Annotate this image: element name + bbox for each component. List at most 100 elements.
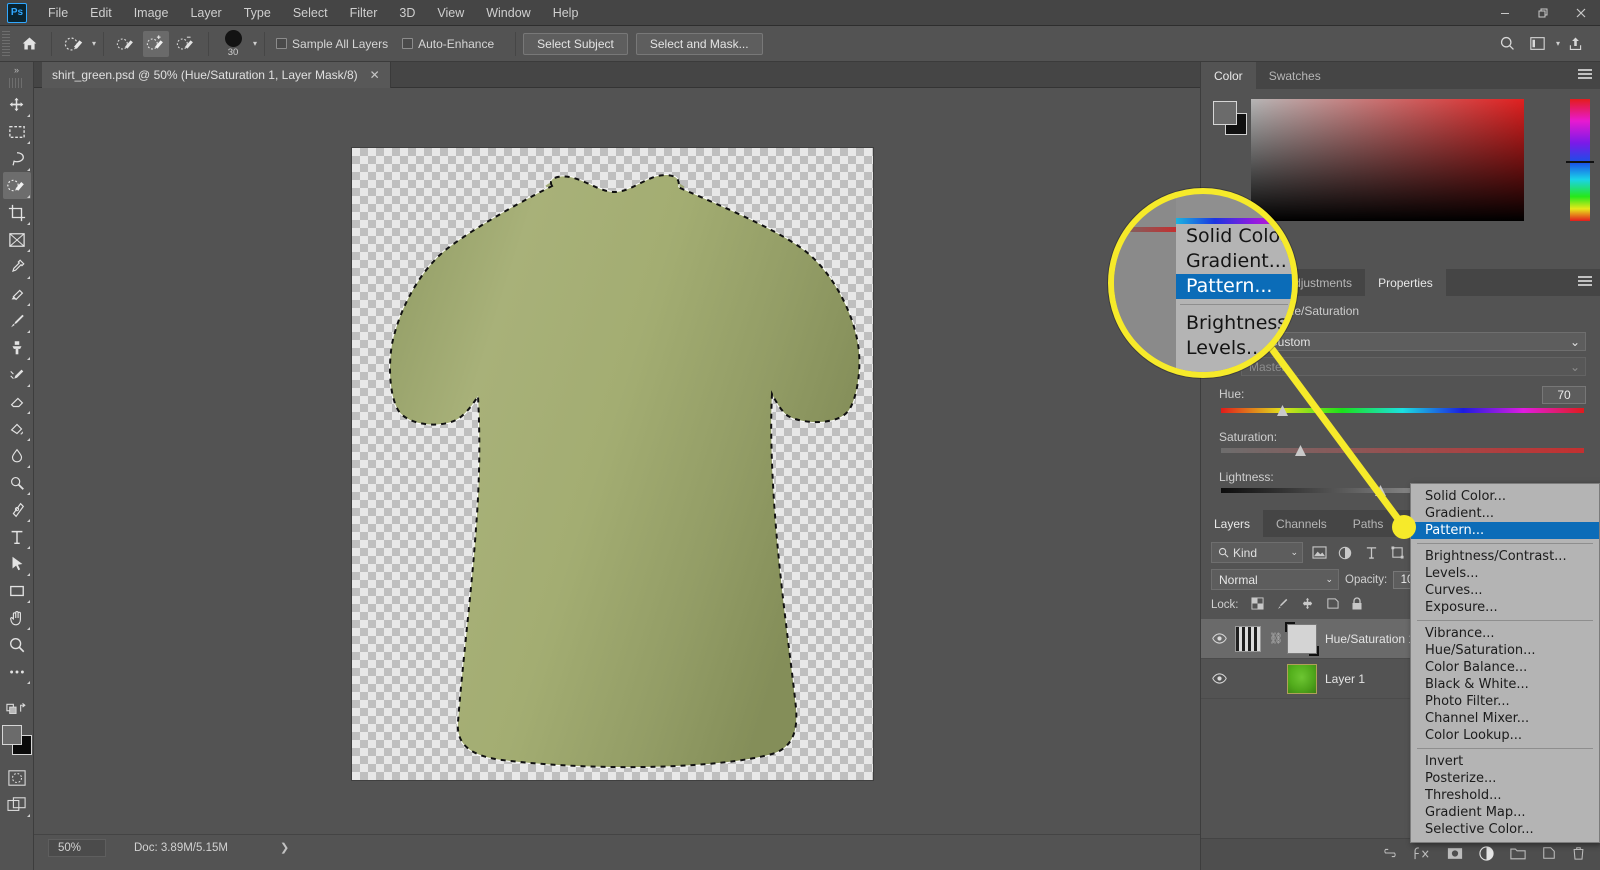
tab-channels[interactable]: Channels [1263, 510, 1340, 537]
minimize-button[interactable] [1486, 0, 1524, 26]
gradient-tool[interactable] [3, 415, 31, 442]
status-expand-icon[interactable]: ❯ [280, 841, 289, 854]
foreground-color-swatch[interactable] [1, 725, 22, 745]
quick-selection-tool[interactable] [2, 172, 31, 199]
tab-layers[interactable]: Layers [1201, 510, 1264, 537]
menu-item-solid-color[interactable]: Solid Color... [1411, 488, 1599, 505]
channel-select[interactable]: Master ⌄ [1241, 357, 1586, 376]
new-adjustment-icon[interactable] [1479, 845, 1494, 864]
color-panel-swatches[interactable] [1213, 101, 1247, 135]
crop-tool[interactable] [3, 199, 31, 226]
frame-tool[interactable] [3, 226, 31, 253]
menu-select[interactable]: Select [282, 3, 339, 23]
auto-enhance-checkbox[interactable] [402, 38, 414, 49]
rectangular-marquee-tool[interactable] [3, 118, 31, 145]
lock-all-icon[interactable] [1351, 596, 1363, 614]
restore-button[interactable] [1524, 0, 1562, 26]
document-tab[interactable]: shirt_green.psd @ 50% (Hue/Saturation 1,… [42, 62, 391, 88]
filter-kind-select[interactable]: Kind ⌄ [1211, 542, 1303, 563]
tab-paths[interactable]: Paths [1339, 510, 1397, 537]
filter-adjustment-icon[interactable] [1335, 543, 1355, 563]
panel-menu-icon[interactable] [1578, 276, 1592, 288]
menu-view[interactable]: View [426, 3, 475, 23]
chevron-down-icon[interactable]: ▾ [92, 39, 96, 48]
menu-window[interactable]: Window [475, 3, 541, 23]
tab-swatches[interactable]: Swatches [1255, 62, 1334, 89]
brush-chevron-down-icon[interactable]: ▾ [253, 39, 257, 48]
path-selection-tool[interactable] [3, 550, 31, 577]
edit-toolbar-tool[interactable] [3, 658, 31, 685]
type-tool[interactable] [3, 523, 31, 550]
layer-name[interactable]: Layer 1 [1325, 672, 1365, 686]
lock-image-pixels-icon[interactable] [1276, 597, 1289, 613]
zoom-tool[interactable] [3, 631, 31, 658]
quick-mask-swap-icons[interactable] [3, 694, 31, 721]
share-icon[interactable] [1562, 31, 1588, 57]
dodge-tool[interactable] [3, 469, 31, 496]
workspace-icon[interactable] [1525, 31, 1551, 57]
menu-image[interactable]: Image [123, 3, 180, 23]
zoom-level-input[interactable]: 50% [48, 838, 106, 857]
add-mask-icon[interactable] [1447, 847, 1463, 863]
filter-type-icon[interactable] [1361, 543, 1381, 563]
menu-item-channel-mixer[interactable]: Channel Mixer... [1411, 710, 1599, 727]
menu-item-brightness-contrast[interactable]: Brightness/Contrast... [1411, 548, 1599, 565]
menu-item-levels[interactable]: Levels... [1411, 565, 1599, 582]
menu-layer[interactable]: Layer [179, 3, 232, 23]
menu-filter[interactable]: Filter [339, 3, 389, 23]
select-subject-button[interactable]: Select Subject [523, 32, 628, 55]
menu-item-color-balance[interactable]: Color Balance... [1411, 659, 1599, 676]
menu-file[interactable]: File [37, 3, 79, 23]
sample-all-layers-checkbox[interactable] [276, 38, 288, 49]
new-group-icon[interactable] [1510, 847, 1526, 863]
filter-pixel-icon[interactable] [1309, 543, 1329, 563]
canvas-area[interactable] [34, 88, 1200, 834]
select-and-mask-button[interactable]: Select and Mask... [635, 32, 763, 55]
tools-drag-handle[interactable] [9, 78, 24, 88]
menu-item-vibrance[interactable]: Vibrance... [1411, 625, 1599, 642]
screen-mode-icon[interactable] [3, 791, 31, 818]
blur-tool[interactable] [3, 442, 31, 469]
menu-3d[interactable]: 3D [388, 3, 426, 23]
quick-selection-preset-icon[interactable] [61, 31, 87, 57]
menu-item-selective-color[interactable]: Selective Color... [1411, 821, 1599, 838]
menu-item-invert[interactable]: Invert [1411, 753, 1599, 770]
foreground-color-swatch[interactable] [1213, 101, 1237, 125]
lock-nesting-icon[interactable] [1326, 597, 1339, 613]
options-bar-grip[interactable] [2, 30, 10, 57]
search-icon[interactable] [1495, 31, 1521, 57]
history-brush-tool[interactable] [3, 361, 31, 388]
saturation-slider[interactable] [1221, 445, 1584, 456]
menu-item-exposure[interactable]: Exposure... [1411, 599, 1599, 616]
eraser-tool[interactable] [3, 388, 31, 415]
brush-tool[interactable] [3, 307, 31, 334]
blend-mode-select[interactable]: Normal ⌄ [1211, 569, 1339, 590]
menu-item-hue-saturation[interactable]: Hue/Saturation... [1411, 642, 1599, 659]
close-icon[interactable]: ✕ [370, 68, 380, 82]
menu-item-pattern[interactable]: Pattern... [1411, 522, 1599, 539]
workspace-chevron-down-icon[interactable]: ▾ [1556, 39, 1560, 48]
menu-help[interactable]: Help [542, 3, 590, 23]
collapse-tools-icon[interactable]: » [0, 62, 33, 78]
layer-name[interactable]: Hue/Saturation 1 [1325, 632, 1415, 646]
menu-item-posterize[interactable]: Posterize... [1411, 770, 1599, 787]
home-icon[interactable] [16, 31, 42, 57]
menu-item-threshold[interactable]: Threshold... [1411, 787, 1599, 804]
menu-item-black-and-white[interactable]: Black & White... [1411, 676, 1599, 693]
menu-type[interactable]: Type [233, 3, 282, 23]
menu-item-photo-filter[interactable]: Photo Filter... [1411, 693, 1599, 710]
lasso-tool[interactable] [3, 145, 31, 172]
menu-item-curves[interactable]: Curves... [1411, 582, 1599, 599]
subtract-from-selection-icon[interactable] [173, 31, 199, 57]
new-layer-icon[interactable] [1542, 846, 1556, 863]
pen-tool[interactable] [3, 496, 31, 523]
quick-mask-mode-icon[interactable] [3, 764, 31, 791]
add-to-selection-icon[interactable] [143, 30, 170, 57]
artboard[interactable] [352, 148, 873, 780]
brush-size-preview[interactable]: 30 [216, 29, 250, 59]
layer-visibility-icon[interactable] [1211, 673, 1227, 684]
menu-edit[interactable]: Edit [79, 3, 123, 23]
menu-item-color-lookup[interactable]: Color Lookup... [1411, 727, 1599, 744]
preset-select[interactable]: Custom ⌄ [1261, 332, 1586, 351]
adjustment-layer-thumbnail[interactable] [1235, 625, 1261, 652]
